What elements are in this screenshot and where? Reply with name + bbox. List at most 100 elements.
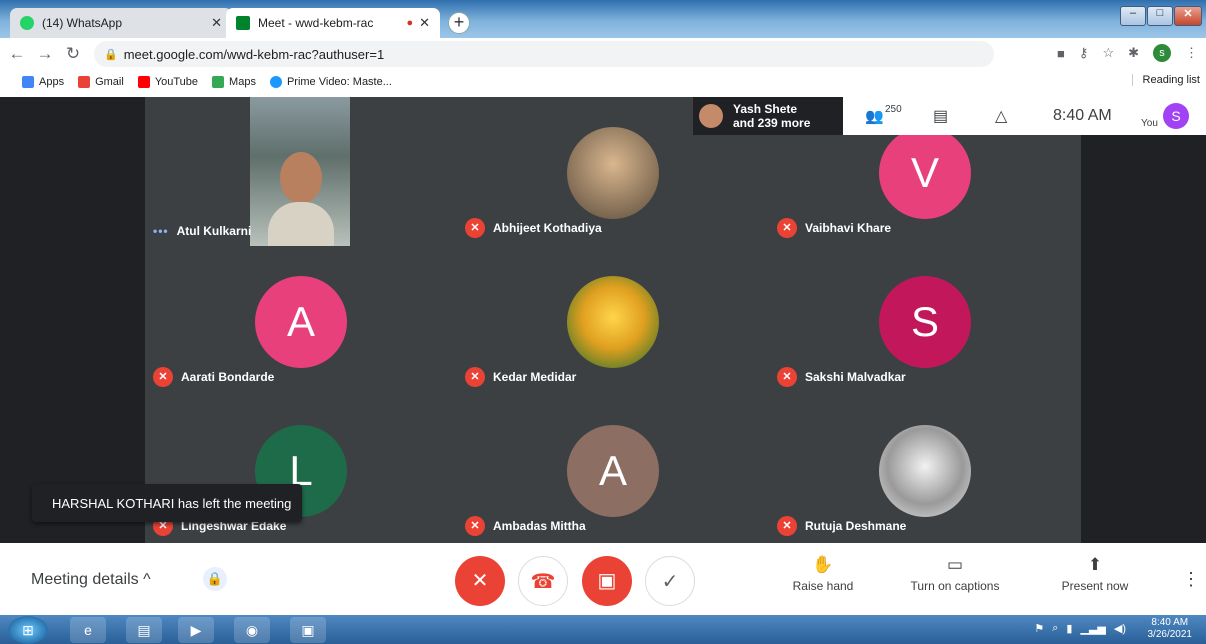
checkmark-button[interactable]: ✓ <box>645 556 695 606</box>
menu-icon[interactable]: ⋮ <box>1185 45 1198 61</box>
start-button[interactable]: ⊞ <box>8 616 48 644</box>
speaking-icon: ••• <box>153 224 169 238</box>
mic-off-icon: ✕ <box>465 516 485 536</box>
self-avatar[interactable]: S <box>1163 103 1189 129</box>
participant-name: ✕ Kedar Medidar <box>465 367 576 387</box>
meet-icon <box>236 16 250 30</box>
explorer-icon[interactable]: ▤ <box>126 617 162 643</box>
raise-hand-label: Raise hand <box>792 579 854 593</box>
name-label: Kedar Medidar <box>493 370 577 384</box>
close-tab-icon[interactable]: ✕ <box>419 15 430 31</box>
maximize-button[interactable]: □ <box>1147 6 1173 26</box>
participant-name: ✕ Sakshi Malvadkar <box>777 367 906 387</box>
browser-toolbar: ← → ↻ 🔒 meet.google.com/wwd-kebm-rac?aut… <box>0 38 1206 70</box>
participant-grid: ••• Atul Kulkarni ✕ Abhijeet Kothadiya V ✕… <box>145 97 1081 544</box>
hand-icon: ✋ <box>812 555 834 574</box>
face-shape <box>280 152 322 204</box>
flag-icon[interactable]: ⚑ <box>1034 622 1044 635</box>
bookmark-gmail[interactable]: Gmail <box>78 76 124 88</box>
participant-name: ✕ Ambadas Mittha <box>465 516 586 536</box>
close-tab-icon[interactable]: ✕ <box>211 15 222 31</box>
forward-icon[interactable]: → <box>34 44 56 64</box>
key-icon[interactable]: ⚷ <box>1079 45 1089 61</box>
tab-label: Meet - wwd-kebm-rac <box>258 16 374 30</box>
bookmark-prime[interactable]: Prime Video: Maste... <box>269 76 392 88</box>
name-label: Vaibhavi Khare <box>805 221 892 235</box>
tab-whatsapp[interactable]: (14) WhatsApp ✕ <box>10 8 232 38</box>
bookmark-label: Maps <box>229 76 256 88</box>
bookmark-maps[interactable]: Maps <box>212 76 256 88</box>
volume-icon[interactable]: ◀) <box>1114 622 1126 635</box>
meet-top-overlay: Yash Shete and 239 more 👥 250 ▤ △ 8:40 A… <box>693 97 1206 135</box>
mic-toggle-button[interactable]: ✕ <box>455 556 505 606</box>
title-bar: (14) WhatsApp ✕ Meet - wwd-kebm-rac ● ✕ … <box>0 0 1206 38</box>
activities-icon[interactable]: △ <box>995 106 1007 126</box>
presenter-summary[interactable]: Yash Shete and 239 more <box>693 97 843 135</box>
participant-name: ••• Atul Kulkarni <box>153 224 251 238</box>
participant-tile[interactable]: A ✕ Aarati Bondarde <box>145 246 457 395</box>
gmail-icon <box>78 76 91 88</box>
leave-call-button[interactable]: ☎ <box>518 556 568 606</box>
present-now-button[interactable]: ⬆ Present now <box>1058 555 1132 593</box>
presenter-name: Yash Shete <box>733 102 798 116</box>
chat-icon[interactable]: ▤ <box>933 106 948 126</box>
clock-date: 3/26/2021 <box>1147 629 1193 640</box>
search-icon[interactable]: ⌕ <box>1052 622 1058 635</box>
powerpoint-icon[interactable]: ▣ <box>290 617 326 643</box>
mic-off-icon: ✕ <box>465 218 485 238</box>
bookmark-label: Apps <box>39 76 65 88</box>
people-icon[interactable]: 👥 <box>865 107 884 125</box>
network-icon[interactable]: ▮ <box>1066 622 1072 635</box>
chevron-up-icon: ^ <box>143 571 151 588</box>
you-label: You <box>1141 118 1158 129</box>
new-tab-button[interactable]: + <box>448 12 470 34</box>
address-bar[interactable]: 🔒 meet.google.com/wwd-kebm-rac?authuser=… <box>94 41 994 67</box>
participant-photo <box>567 276 659 368</box>
reload-icon[interactable]: ↻ <box>62 44 84 64</box>
people-count: 250 <box>885 104 902 115</box>
reading-list-button[interactable]: Reading list <box>1131 74 1200 86</box>
reading-list-label: Reading list <box>1142 74 1200 86</box>
signal-icon[interactable]: ▁▃▅ <box>1080 622 1105 635</box>
bookmark-apps[interactable]: Apps <box>22 76 64 88</box>
host-controls-icon[interactable]: 🔒 <box>203 567 227 591</box>
avatar: S <box>879 276 971 368</box>
bookmark-youtube[interactable]: YouTube <box>137 76 199 88</box>
chrome-icon[interactable]: ◉ <box>234 617 270 643</box>
apps-icon <box>22 76 34 88</box>
media-player-icon[interactable]: ▶ <box>178 617 214 643</box>
captions-label: Turn on captions <box>910 579 1000 593</box>
participant-tile[interactable]: ••• Atul Kulkarni <box>145 97 457 246</box>
star-icon[interactable]: ☆ <box>1102 45 1114 61</box>
profile-avatar[interactable]: s <box>1153 44 1171 62</box>
meeting-time: 8:40 AM <box>1053 107 1112 124</box>
meet-control-bar: Meeting details ^ 🔒 ✕ ☎ ▣ ✓ ✋ Raise hand … <box>0 543 1206 615</box>
maps-icon <box>212 76 225 88</box>
participant-name: ✕ Aarati Bondarde <box>153 367 274 387</box>
meeting-details-button[interactable]: Meeting details ^ <box>31 571 151 589</box>
ie-icon[interactable]: e <box>70 617 106 643</box>
more-options-icon[interactable]: ⋮ <box>1182 569 1200 590</box>
captions-button[interactable]: ▭ Turn on captions <box>905 555 1005 593</box>
participant-tile[interactable]: ✕ Rutuja Deshmane <box>769 395 1081 544</box>
extensions-icon[interactable]: ✱ <box>1128 45 1139 61</box>
mic-off-icon: ✕ <box>777 516 797 536</box>
tab-meet[interactable]: Meet - wwd-kebm-rac ● ✕ <box>226 8 440 38</box>
minimize-button[interactable]: – <box>1120 6 1146 26</box>
close-window-button[interactable]: ✕ <box>1174 6 1202 26</box>
mic-off-icon: ✕ <box>465 367 485 387</box>
raise-hand-button[interactable]: ✋ Raise hand <box>790 555 856 593</box>
participant-video <box>250 97 350 246</box>
url-text: meet.google.com/wwd-kebm-rac?authuser=1 <box>123 46 385 62</box>
participant-tile[interactable]: S ✕ Sakshi Malvadkar <box>769 246 1081 395</box>
camera-toggle-button[interactable]: ▣ <box>582 556 632 606</box>
mic-off-icon: ✕ <box>153 367 173 387</box>
bookmark-label: YouTube <box>154 76 199 88</box>
camera-icon[interactable]: ■ <box>1057 46 1065 61</box>
back-icon[interactable]: ← <box>6 44 28 64</box>
system-clock[interactable]: 8:40 AM 3/26/2021 <box>1148 617 1193 641</box>
participant-name: ✕ Rutuja Deshmane <box>777 516 906 536</box>
avatar: A <box>255 276 347 368</box>
participant-tile[interactable]: A ✕ Ambadas Mittha <box>457 395 769 544</box>
participant-tile[interactable]: ✕ Kedar Medidar <box>457 246 769 395</box>
